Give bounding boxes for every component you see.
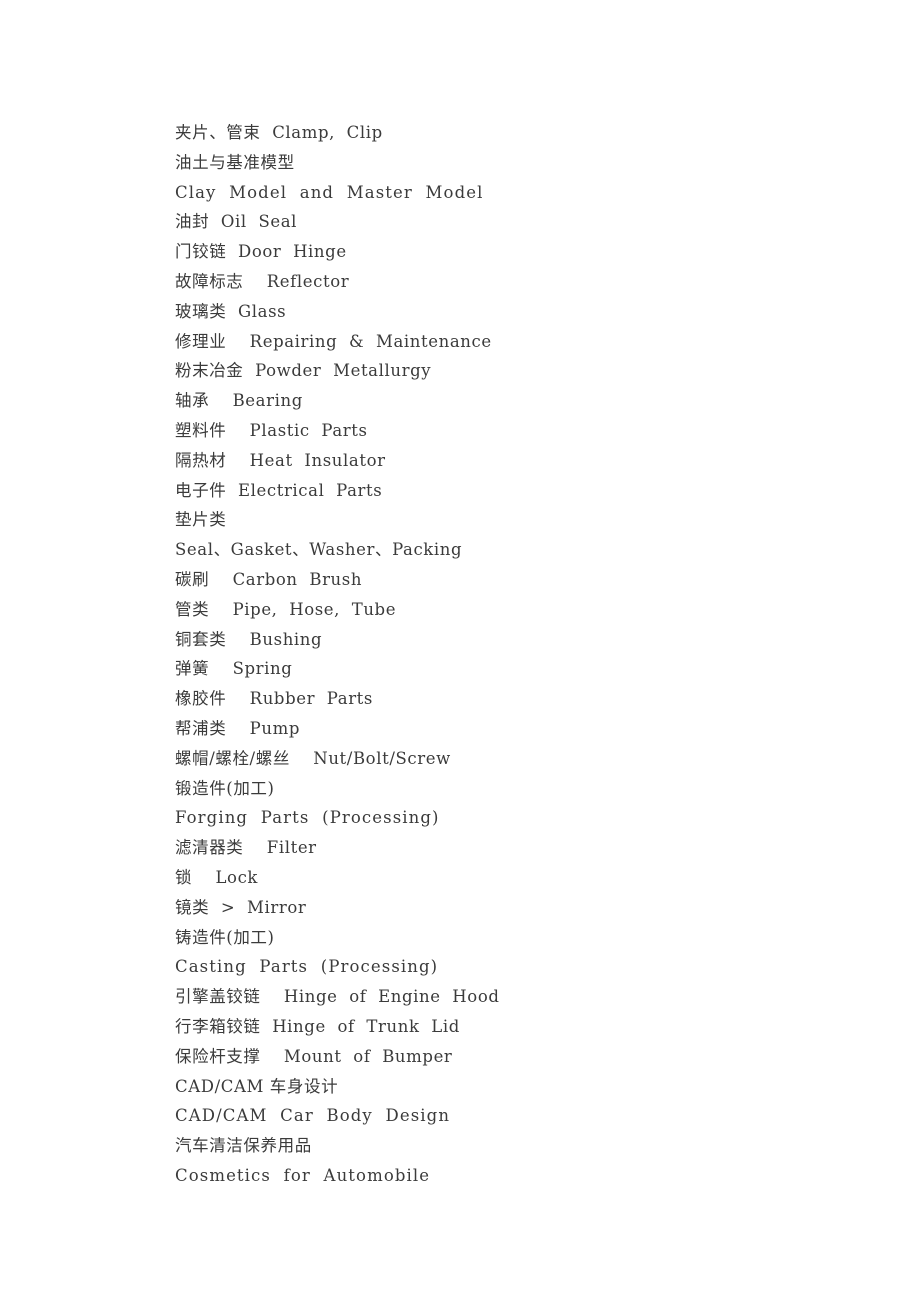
glossary-line: Forging Parts (Processing): [175, 808, 440, 828]
glossary-line: 镜类 > Mirror: [175, 897, 307, 917]
glossary-line: 保险杆支撑 Mount of Bumper: [175, 1046, 453, 1066]
glossary-line: 铜套类 Bushing: [175, 629, 323, 649]
glossary-text-block: 夹片、管束 Clamp, Clip 油土与基准模型 Clay Model and M…: [175, 118, 920, 1191]
glossary-line: 弹簧 Spring: [175, 659, 293, 679]
glossary-line: 螺帽/螺栓/螺丝 Nut/Bolt/Screw: [175, 748, 451, 768]
glossary-line: 垫片类: [175, 510, 227, 530]
glossary-line: 滤清器类 Filter: [175, 838, 317, 858]
glossary-line: 汽车清洁保养用品: [175, 1136, 312, 1156]
glossary-line: 橡胶件 Rubber Parts: [175, 689, 373, 709]
glossary-line: Clay Model and Master Model: [175, 182, 484, 202]
document-page: 夹片、管束 Clamp, Clip 油土与基准模型 Clay Model and M…: [0, 0, 920, 1302]
glossary-line: 行李箱铰链 Hinge of Trunk Lid: [175, 1016, 460, 1036]
glossary-line: 碳刷 Carbon Brush: [175, 569, 363, 589]
glossary-line: CAD/CAM Car Body Design: [175, 1106, 451, 1126]
glossary-line: 锻造件(加工): [175, 778, 275, 798]
glossary-line: 电子件 Electrical Parts: [175, 480, 383, 500]
glossary-line: Cosmetics for Automobile: [175, 1165, 431, 1185]
glossary-line: Seal、Gasket、Washer、Packing: [175, 540, 463, 560]
glossary-line: 帮浦类 Pump: [175, 718, 301, 738]
glossary-line: 塑料件 Plastic Parts: [175, 420, 368, 440]
glossary-line: Casting Parts (Processing): [175, 957, 439, 977]
glossary-line: 油土与基准模型: [175, 152, 295, 172]
glossary-line: 故障标志 Reflector: [175, 271, 350, 291]
glossary-line: 隔热材 Heat Insulator: [175, 450, 386, 470]
glossary-line: 粉末冶金 Powder Metallurgy: [175, 361, 432, 381]
glossary-line: 油封 Oil Seal: [175, 212, 298, 232]
glossary-line: 铸造件(加工): [175, 927, 275, 947]
glossary-line: 轴承 Bearing: [175, 391, 303, 411]
glossary-line: 锁 Lock: [175, 867, 259, 887]
glossary-line: 修理业 Repairing & Maintenance: [175, 331, 492, 351]
glossary-line: 门铰链 Door Hinge: [175, 242, 347, 262]
glossary-line: CAD/CAM 车身设计: [175, 1076, 339, 1096]
glossary-line: 夹片、管束 Clamp, Clip: [175, 123, 383, 142]
glossary-line: 玻璃类 Glass: [175, 301, 287, 321]
glossary-line: 管类 Pipe, Hose, Tube: [175, 599, 397, 619]
glossary-line: 引擎盖铰链 Hinge of Engine Hood: [175, 987, 500, 1007]
